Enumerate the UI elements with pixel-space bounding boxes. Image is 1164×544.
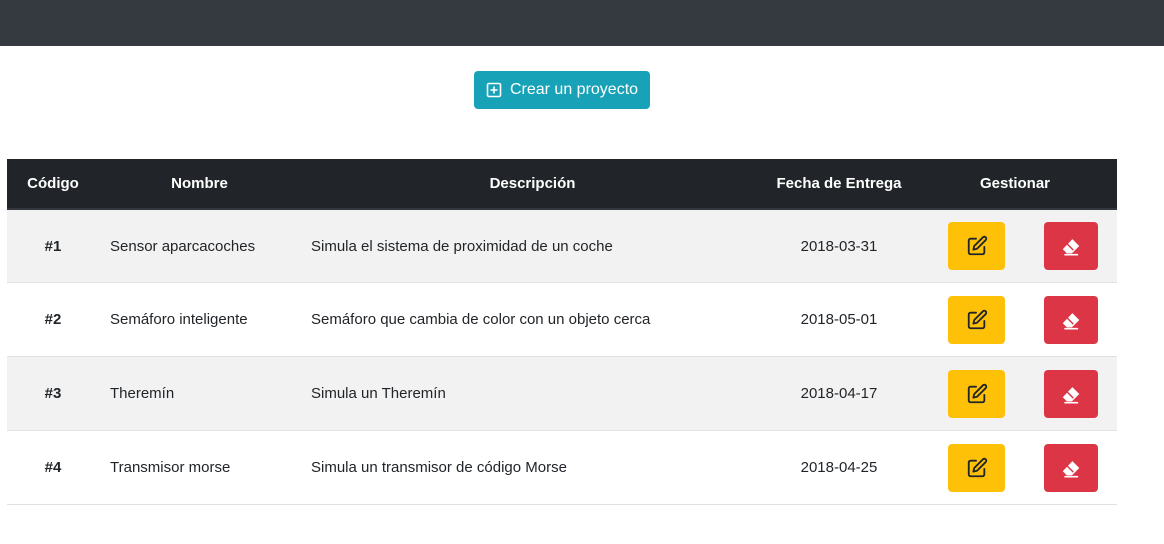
row-code: #2 bbox=[44, 311, 62, 328]
row-description: Simula un transmisor de código Morse bbox=[311, 459, 567, 476]
row-name: Sensor aparcacoches bbox=[110, 237, 256, 255]
row-name: Transmisor morse bbox=[110, 459, 231, 476]
edit-icon bbox=[967, 457, 987, 477]
table-row: #2 Semáforo inteligente Semáforo que cam… bbox=[7, 283, 1117, 357]
row-date: 2018-04-17 bbox=[800, 385, 878, 402]
delete-button[interactable] bbox=[1044, 443, 1098, 492]
delete-button[interactable] bbox=[1044, 295, 1098, 344]
top-navbar bbox=[0, 0, 1164, 46]
edit-button[interactable] bbox=[948, 295, 1005, 344]
column-header-manage: Gestionar bbox=[979, 175, 1051, 192]
delete-button[interactable] bbox=[1044, 222, 1098, 270]
table-row: #1 Sensor aparcacoches Simula el sistema… bbox=[7, 210, 1117, 283]
delete-button[interactable] bbox=[1044, 369, 1098, 418]
row-name: Theremín bbox=[110, 385, 175, 402]
row-code: #3 bbox=[44, 385, 62, 402]
eraser-icon bbox=[1062, 460, 1080, 478]
column-header-description: Descripción bbox=[489, 175, 576, 192]
row-actions bbox=[913, 369, 1117, 418]
row-code: #4 bbox=[44, 459, 62, 476]
projects-table: Código Nombre Descripción Fecha de Entre… bbox=[7, 159, 1117, 505]
table-row: #3 Theremín Simula un Theremín 2018-04-1… bbox=[7, 357, 1117, 431]
row-date: 2018-05-01 bbox=[800, 311, 878, 328]
row-code: #1 bbox=[44, 237, 62, 255]
row-actions bbox=[913, 222, 1117, 270]
column-header-name: Nombre bbox=[171, 175, 228, 192]
edit-button[interactable] bbox=[948, 222, 1005, 270]
column-header-date: Fecha de Entrega bbox=[776, 175, 902, 192]
row-name: Semáforo inteligente bbox=[110, 311, 248, 328]
edit-icon bbox=[967, 235, 987, 256]
create-project-button[interactable]: Crear un proyecto bbox=[474, 71, 650, 109]
column-header-code: Código bbox=[27, 175, 79, 192]
row-date: 2018-03-31 bbox=[800, 237, 878, 255]
table-row: #4 Transmisor morse Simula un transmisor… bbox=[7, 431, 1117, 505]
row-actions bbox=[913, 443, 1117, 492]
row-actions bbox=[913, 295, 1117, 344]
edit-icon bbox=[967, 309, 987, 329]
eraser-icon bbox=[1062, 312, 1080, 330]
table-header: Código Nombre Descripción Fecha de Entre… bbox=[7, 159, 1117, 210]
create-project-label: Crear un proyecto bbox=[509, 81, 639, 98]
row-description: Semáforo que cambia de color con un obje… bbox=[311, 311, 651, 328]
plus-square-icon bbox=[486, 82, 502, 98]
row-date: 2018-04-25 bbox=[800, 459, 878, 476]
edit-button[interactable] bbox=[948, 443, 1005, 492]
edit-button[interactable] bbox=[948, 369, 1005, 418]
row-description: Simula el sistema de proximidad de un co… bbox=[311, 237, 613, 255]
eraser-icon bbox=[1062, 386, 1080, 404]
edit-icon bbox=[967, 383, 987, 403]
row-description: Simula un Theremín bbox=[311, 385, 446, 402]
eraser-icon bbox=[1062, 239, 1080, 256]
